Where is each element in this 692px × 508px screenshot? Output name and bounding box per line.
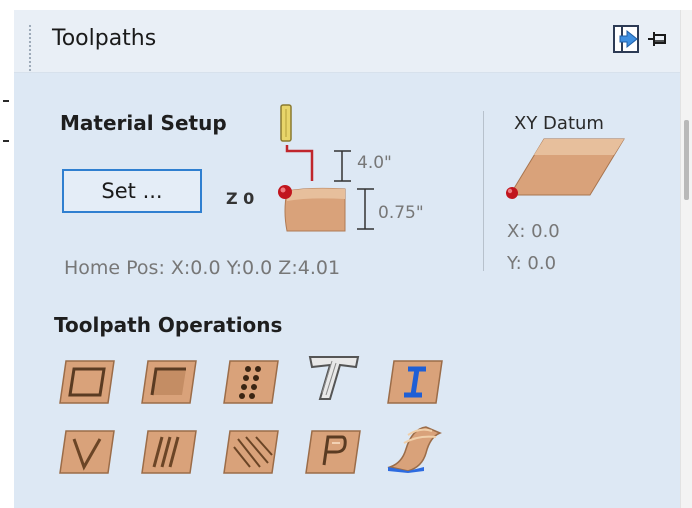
toolpath-operations-heading: Toolpath Operations bbox=[54, 313, 283, 337]
clearance-value: 4.0" bbox=[357, 153, 392, 173]
material-setup-heading: Material Setup bbox=[60, 111, 227, 135]
fluting-toolpath-icon[interactable] bbox=[138, 427, 200, 477]
panel-title: Toolpaths bbox=[52, 26, 157, 51]
panel-content: Material Setup Set ... Z 0 4.0" 0.75" Ho… bbox=[14, 73, 680, 508]
datum-y: Y: 0.0 bbox=[507, 253, 557, 274]
edge-mark bbox=[3, 140, 9, 142]
datum-x: X: 0.0 bbox=[507, 221, 560, 242]
left-window-edge bbox=[0, 0, 12, 508]
moulding-toolpath-icon[interactable] bbox=[384, 423, 446, 473]
prism-carve-icon[interactable] bbox=[302, 427, 364, 477]
texture-toolpath-icon[interactable] bbox=[220, 427, 282, 477]
xy-datum-heading: XY Datum bbox=[514, 113, 604, 134]
drilling-toolpath-icon[interactable] bbox=[220, 357, 282, 407]
pocket-toolpath-icon[interactable] bbox=[138, 357, 200, 407]
toolpaths-panel: Toolpaths Material Setup Set ... Z 0 4.0… bbox=[0, 0, 692, 508]
dock-panel-icon[interactable] bbox=[612, 24, 642, 58]
thickness-value: 0.75" bbox=[378, 203, 424, 223]
section-divider bbox=[483, 111, 484, 271]
panel-titlebar: Toolpaths bbox=[14, 10, 680, 74]
set-material-button[interactable]: Set ... bbox=[62, 169, 202, 213]
edge-mark bbox=[3, 100, 9, 102]
vertical-scrollbar[interactable] bbox=[680, 10, 692, 508]
profile-toolpath-icon[interactable] bbox=[56, 357, 118, 407]
drag-grip[interactable] bbox=[28, 24, 32, 74]
inlay-toolpath-icon[interactable] bbox=[384, 357, 446, 407]
home-position: Home Pos: X:0.0 Y:0.0 Z:4.01 bbox=[64, 257, 341, 279]
texture-text-icon[interactable] bbox=[302, 353, 364, 403]
z-zero-label: Z 0 bbox=[226, 189, 255, 208]
pin-icon[interactable] bbox=[646, 28, 668, 54]
xy-datum-diagram[interactable] bbox=[504, 137, 634, 201]
scrollbar-thumb[interactable] bbox=[684, 120, 689, 200]
v-carve-toolpath-icon[interactable] bbox=[56, 427, 118, 477]
